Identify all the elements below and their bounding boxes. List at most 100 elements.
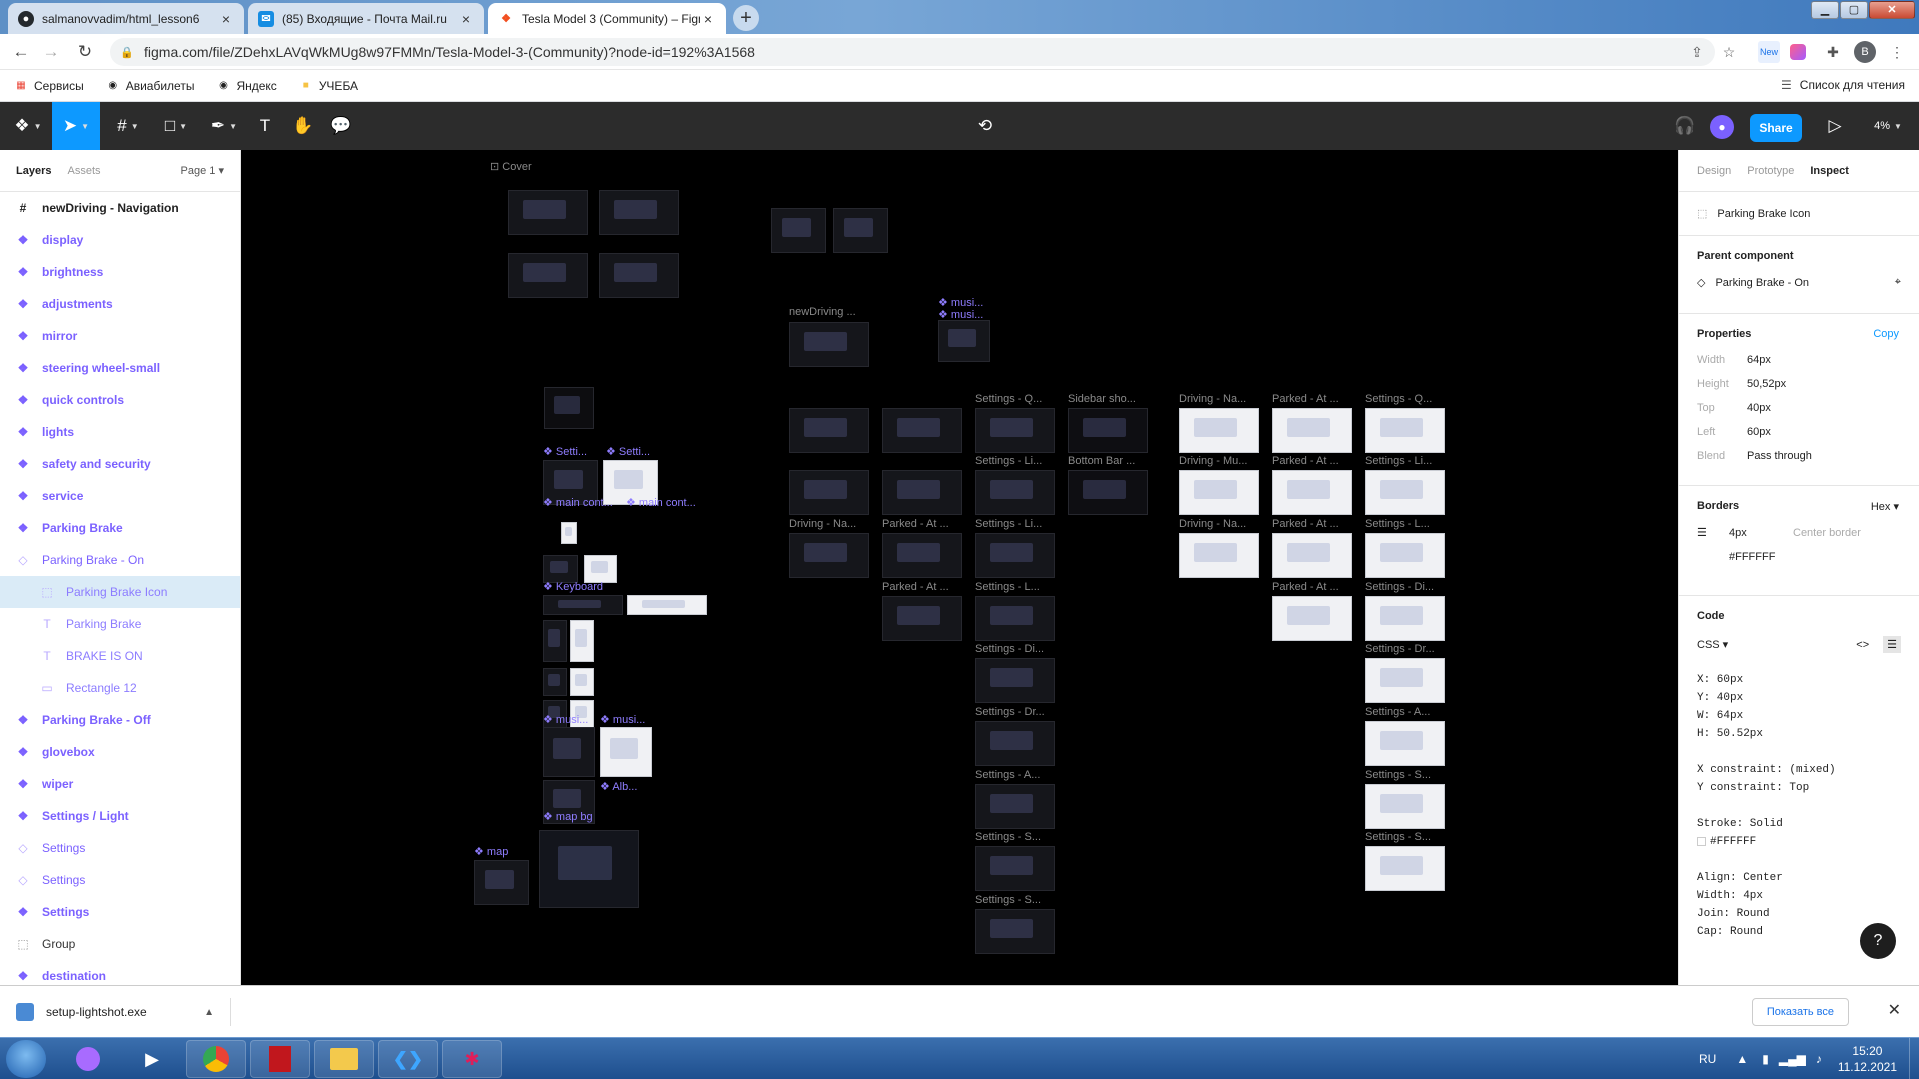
new-tab-button[interactable]: + xyxy=(733,5,759,31)
vscode-icon[interactable]: ❮❯ xyxy=(378,1040,438,1078)
canvas-component-label[interactable]: ❖ Setti... xyxy=(606,445,650,458)
layer-item[interactable]: ❖ lights xyxy=(0,416,240,448)
address-bar[interactable]: 🔒 figma.com/file/ZDehxLAVqWkMUg8w97FMMn/… xyxy=(110,38,1715,66)
property-value[interactable]: 60px xyxy=(1747,426,1771,438)
layer-item[interactable]: ❖ Settings / Light xyxy=(0,800,240,832)
help-button[interactable]: ? xyxy=(1860,923,1896,959)
layer-item[interactable]: ❖ mirror xyxy=(0,320,240,352)
canvas-frame-label[interactable]: Parked - At ... xyxy=(882,581,962,593)
canvas-frame[interactable] xyxy=(508,190,588,235)
canvas-component-label[interactable]: ❖ main cont... xyxy=(543,496,613,509)
figma-main-menu-icon[interactable]: ❖ ▼ xyxy=(8,102,48,150)
network-icon[interactable]: ▮ xyxy=(1762,1052,1769,1066)
go-back-icon[interactable]: ⟲ xyxy=(970,102,1000,150)
text-tool-icon[interactable]: T xyxy=(250,102,280,150)
canvas-frame-label[interactable]: Settings - Q... xyxy=(975,393,1055,405)
layer-item[interactable]: ❖ glovebox xyxy=(0,736,240,768)
reading-list[interactable]: ☰ Список для чтения xyxy=(1781,78,1905,92)
canvas-frame[interactable] xyxy=(789,322,869,367)
canvas-frame-label[interactable]: Settings - L... xyxy=(975,581,1055,593)
canvas-frame-label[interactable]: Settings - Li... xyxy=(975,455,1055,467)
bookmark-services[interactable]: ▦ Сервисы xyxy=(14,79,83,93)
code-view-icon[interactable]: <> xyxy=(1856,639,1869,651)
canvas-frame[interactable] xyxy=(975,596,1055,641)
canvas-frame-label[interactable]: Settings - A... xyxy=(1365,706,1445,718)
canvas-frame[interactable] xyxy=(975,658,1055,703)
tab-design[interactable]: Design xyxy=(1697,165,1731,177)
file-explorer-icon[interactable] xyxy=(314,1040,374,1078)
canvas-frame[interactable] xyxy=(833,208,888,253)
property-value[interactable]: Pass through xyxy=(1747,450,1812,462)
code-language-dropdown[interactable]: CSS ▾ xyxy=(1697,638,1728,651)
chevron-up-icon[interactable]: ▲ xyxy=(204,1007,214,1018)
canvas-component-label[interactable]: ❖ Setti... xyxy=(543,445,587,458)
canvas-frame[interactable] xyxy=(544,387,594,429)
minimize-button[interactable]: ▁ xyxy=(1811,1,1839,19)
canvas-frame-label[interactable]: Settings - Li... xyxy=(1365,455,1445,467)
start-button[interactable] xyxy=(6,1040,46,1078)
canvas-frame[interactable] xyxy=(1365,784,1445,829)
parent-component-row[interactable]: ◇ Parking Brake - On ⌖ xyxy=(1697,276,1901,289)
property-value[interactable]: 50,52px xyxy=(1747,378,1786,390)
layer-item[interactable]: ❖ display xyxy=(0,224,240,256)
canvas-frame-label[interactable]: Parked - At ... xyxy=(1272,393,1352,405)
canvas-frame-label[interactable]: newDriving ... xyxy=(789,306,864,318)
slack-icon[interactable]: ✱ xyxy=(442,1040,502,1078)
canvas-frame-label[interactable]: Driving - Na... xyxy=(1179,393,1259,405)
canvas-component-label[interactable]: ❖ main cont... xyxy=(626,496,696,509)
profile-avatar[interactable]: B xyxy=(1854,41,1876,63)
forward-icon[interactable]: → xyxy=(40,41,62,63)
canvas-frame[interactable] xyxy=(975,533,1055,578)
show-desktop-button[interactable] xyxy=(1909,1038,1919,1079)
alice-app-icon[interactable] xyxy=(58,1040,118,1078)
tab-inspect[interactable]: Inspect xyxy=(1810,165,1849,177)
bookmark-star-icon[interactable]: ☆ xyxy=(1718,41,1740,63)
layer-item[interactable]: ❖ Settings xyxy=(0,896,240,928)
canvas-frame[interactable] xyxy=(539,830,639,908)
share-button[interactable]: Share xyxy=(1750,114,1802,142)
layer-item[interactable]: ❖ wiper xyxy=(0,768,240,800)
canvas-frame-label[interactable]: Settings - A... xyxy=(975,769,1055,781)
canvas-frame-label[interactable]: Settings - L... xyxy=(1365,518,1445,530)
canvas-frame-label[interactable]: ⊡ Cover xyxy=(490,160,532,173)
canvas-frame-label[interactable]: Settings - S... xyxy=(975,894,1055,906)
canvas-frame-label[interactable]: Parked - At ... xyxy=(882,518,962,530)
pdf-reader-icon[interactable] xyxy=(250,1040,310,1078)
layer-item[interactable]: T Parking Brake xyxy=(0,608,240,640)
extensions-puzzle-icon[interactable]: ✚ xyxy=(1822,41,1844,63)
layer-item[interactable]: ⬚ Group xyxy=(0,928,240,960)
canvas-frame-label[interactable]: Driving - Na... xyxy=(789,518,869,530)
canvas-frame-label[interactable]: Settings - S... xyxy=(975,831,1055,843)
pen-tool-icon[interactable]: ✒ ▼ xyxy=(204,102,244,150)
canvas-frame[interactable] xyxy=(975,470,1055,515)
canvas-frame[interactable] xyxy=(543,555,578,583)
canvas-frame[interactable] xyxy=(1272,470,1352,515)
canvas-frame-label[interactable]: Settings - Li... xyxy=(975,518,1055,530)
layer-item[interactable]: ❖ Parking Brake xyxy=(0,512,240,544)
layer-item[interactable]: ▭ Rectangle 12 xyxy=(0,672,240,704)
close-icon[interactable]: ✕ xyxy=(1888,1000,1901,1020)
canvas-component-label[interactable]: ❖ musi... xyxy=(600,713,645,726)
canvas-frame-label[interactable]: Settings - Dr... xyxy=(1365,643,1445,655)
audio-headphones-icon[interactable]: 🎧 xyxy=(1670,102,1700,150)
border-color[interactable]: #FFFFFF xyxy=(1729,551,1901,563)
canvas-frame[interactable] xyxy=(789,408,869,453)
layer-item[interactable]: ❖ safety and security xyxy=(0,448,240,480)
canvas-frame[interactable] xyxy=(1365,721,1445,766)
layer-item[interactable]: ◇ Parking Brake - On xyxy=(0,544,240,576)
signal-icon[interactable]: ▂▄▆ xyxy=(1779,1052,1806,1066)
maximize-button[interactable]: ▢ xyxy=(1840,1,1868,19)
canvas-frame[interactable] xyxy=(1068,470,1148,515)
close-tab-icon[interactable]: × xyxy=(218,11,234,27)
volume-icon[interactable]: ♪ xyxy=(1816,1052,1822,1066)
canvas-frame[interactable] xyxy=(789,470,869,515)
browser-tab-figma[interactable]: ❖ Tesla Model 3 (Community) – Figma × xyxy=(488,3,726,34)
layer-item[interactable]: ❖ destination xyxy=(0,960,240,985)
move-tool-icon[interactable]: ➤ ▼ xyxy=(52,102,100,150)
canvas-frame[interactable] xyxy=(771,208,826,253)
layer-item[interactable]: ❖ adjustments xyxy=(0,288,240,320)
layer-item[interactable]: ◇ Settings xyxy=(0,864,240,896)
canvas-frame[interactable] xyxy=(882,470,962,515)
layer-item[interactable]: # newDriving - Navigation xyxy=(0,192,240,224)
canvas-frame[interactable] xyxy=(627,595,707,615)
